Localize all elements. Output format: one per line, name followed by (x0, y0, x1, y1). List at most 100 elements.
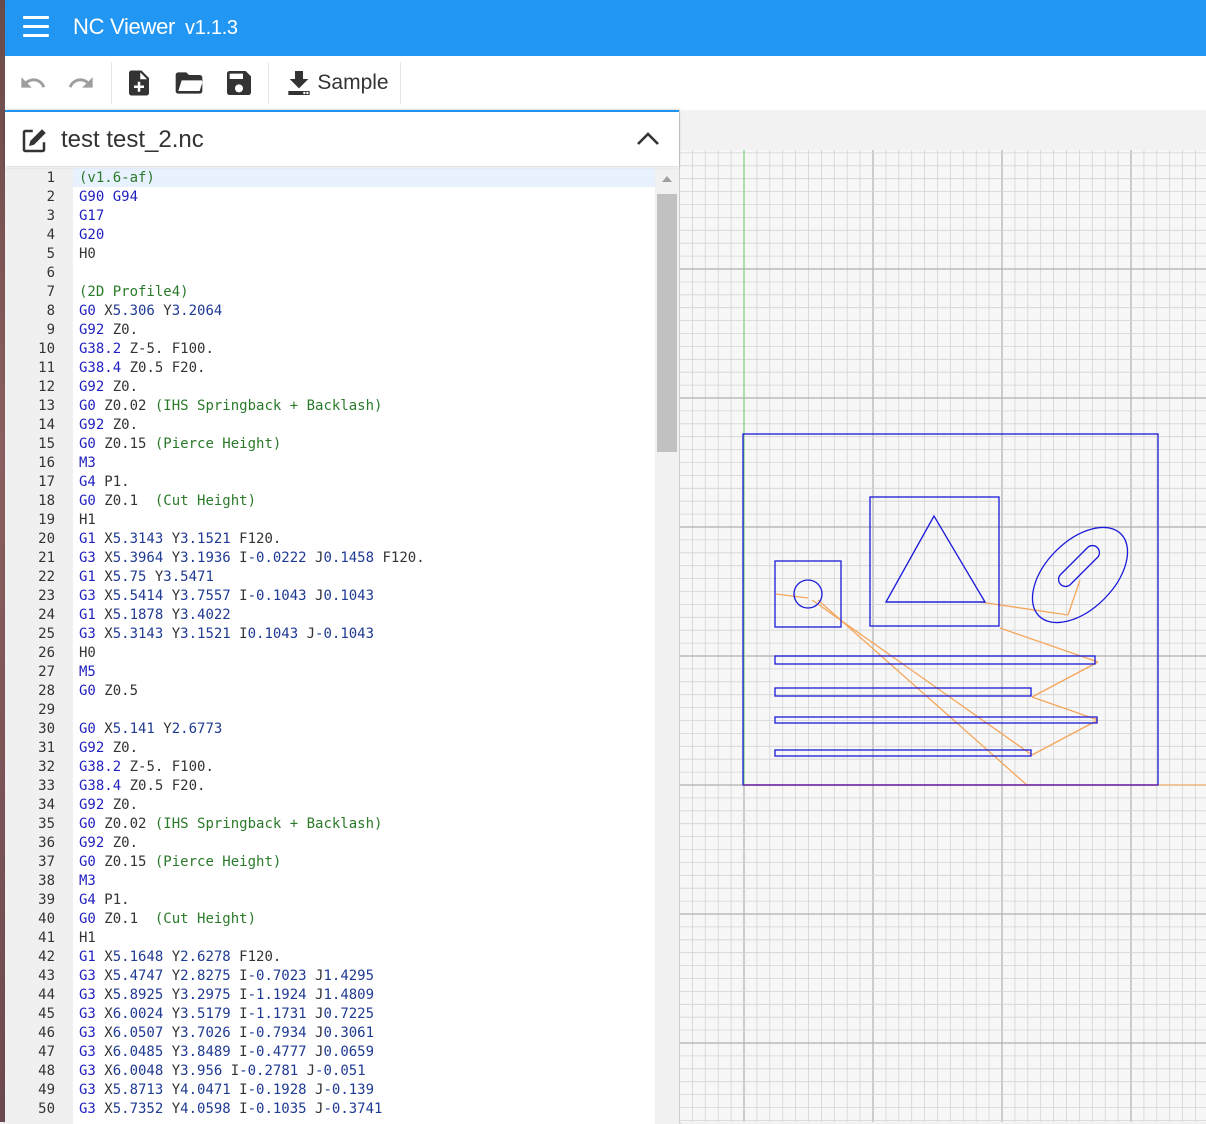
code-line[interactable]: G1 X5.75 Y3.5471 (79, 568, 214, 587)
code-line[interactable]: G3 X5.4747 Y2.8275 I-0.7023 J1.4295 (79, 967, 374, 986)
code-line[interactable]: (v1.6-af) (79, 169, 155, 188)
line-number: 2 (46, 189, 55, 205)
scroll-thumb[interactable] (657, 194, 677, 452)
code-line[interactable]: G3 X6.0507 Y3.7026 I-0.7934 J0.3061 (79, 1024, 374, 1043)
toolbar-separator (111, 62, 112, 104)
code-line[interactable]: G90 G94 (79, 188, 138, 207)
code-line[interactable]: G0 Z0.1 (Cut Height) (79, 492, 256, 511)
code-line[interactable]: G0 X5.141 Y2.6773 (79, 720, 222, 739)
edit-icon[interactable] (19, 126, 49, 156)
line-number: 23 (38, 588, 55, 604)
code-line[interactable]: G3 X6.0048 Y3.956 I-0.2781 J-0.051 (79, 1062, 366, 1081)
code-line[interactable]: G0 X5.306 Y3.2064 (79, 302, 222, 321)
line-number: 37 (38, 854, 55, 870)
code-line[interactable]: G92 Z0. (79, 378, 138, 397)
code-line[interactable]: G92 Z0. (79, 416, 138, 435)
new-file-icon (129, 70, 149, 96)
code-line[interactable]: G3 X5.8713 Y4.0471 I-0.1928 J-0.139 (79, 1081, 374, 1100)
folder-open-icon (175, 72, 203, 94)
line-number: 46 (38, 1025, 55, 1041)
line-number: 33 (38, 778, 55, 794)
code-line[interactable]: G3 X5.3143 Y3.1521 I0.1043 J-0.1043 (79, 625, 374, 644)
code-line[interactable]: G0 Z0.1 (Cut Height) (79, 910, 256, 929)
code-line[interactable]: M3 (79, 872, 96, 891)
line-number: 17 (38, 474, 55, 490)
redo-icon (68, 77, 93, 88)
code-line[interactable]: M5 (79, 663, 96, 682)
toolbar-separator (268, 62, 269, 104)
line-number: 42 (38, 949, 55, 965)
app-version: v1.1.3 (185, 17, 238, 39)
line-number: 45 (38, 1006, 55, 1022)
undo-button[interactable] (13, 64, 53, 102)
code-line[interactable]: (2D Profile4) (79, 283, 189, 302)
line-number: 7 (46, 284, 55, 300)
code-line[interactable]: H1 (79, 511, 96, 530)
redo-button[interactable] (61, 64, 101, 102)
line-number: 34 (38, 797, 55, 813)
line-number: 31 (38, 740, 55, 756)
line-number: 32 (38, 759, 55, 775)
save-file-button[interactable] (219, 64, 259, 102)
code-line[interactable]: G0 Z0.02 (IHS Springback + Backlash) (79, 815, 382, 834)
toolpath-viewer[interactable] (680, 110, 1206, 1122)
code-line[interactable]: G38.4 Z0.5 F20. (79, 777, 205, 796)
code-line[interactable]: G3 X6.0024 Y3.5179 I-1.1731 J0.7225 (79, 1005, 374, 1024)
line-number: 5 (46, 246, 55, 262)
code-line[interactable]: G1 X5.1878 Y3.4022 (79, 606, 231, 625)
code-line[interactable]: G92 Z0. (79, 739, 138, 758)
new-file-button[interactable] (119, 64, 159, 102)
scroll-up-arrow-icon[interactable] (662, 176, 672, 182)
code-line[interactable]: G0 Z0.15 (Pierce Height) (79, 435, 281, 454)
line-number: 3 (46, 208, 55, 224)
code-line[interactable]: G20 (79, 226, 104, 245)
line-number: 28 (38, 683, 55, 699)
line-number: 47 (38, 1044, 55, 1060)
line-number: 8 (46, 303, 55, 319)
code-line[interactable]: G0 Z0.5 (79, 682, 138, 701)
app-name: NC Viewer (73, 14, 176, 39)
line-number-gutter: 1 2 3 4 5 6 7 8 9 10 11 12 13 14 15 16 17 18 19 20 21 22 23 24 2… (5, 168, 73, 1124)
code-line[interactable]: G38.2 Z-5. F100. (79, 758, 214, 777)
code-line[interactable]: G3 X5.5414 Y3.7557 I-0.1043 J0.1043 (79, 587, 374, 606)
line-number: 44 (38, 987, 55, 1003)
hamburger-menu-icon[interactable] (23, 16, 49, 38)
code-line[interactable]: G3 X6.0485 Y3.8489 I-0.4777 J0.0659 (79, 1043, 374, 1062)
code-line[interactable]: G17 (79, 207, 104, 226)
code-line[interactable]: G4 P1. (79, 891, 130, 910)
toolbar: Sample (5, 56, 1206, 111)
line-number: 43 (38, 968, 55, 984)
toolbar-separator (400, 62, 401, 104)
code-line[interactable]: G1 X5.1648 Y2.6278 F120. (79, 948, 281, 967)
code-line[interactable]: G0 Z0.02 (IHS Springback + Backlash) (79, 397, 382, 416)
code-line[interactable]: M3 (79, 454, 96, 473)
code-line[interactable]: G38.2 Z-5. F100. (79, 340, 214, 359)
app-title: NC Viewer v1.1.3 (73, 14, 238, 40)
code-line[interactable]: G38.4 Z0.5 F20. (79, 359, 205, 378)
line-number: 50 (38, 1101, 55, 1117)
open-file-button[interactable] (167, 64, 211, 102)
code-line[interactable]: H0 (79, 644, 96, 663)
line-number: 24 (38, 607, 55, 623)
sample-button[interactable]: Sample (277, 64, 395, 102)
code-line[interactable]: H1 (79, 929, 96, 948)
editor-scrollbar[interactable] (655, 168, 679, 1124)
line-number: 10 (38, 341, 55, 357)
code-line[interactable]: G4 P1. (79, 473, 130, 492)
code-line[interactable]: G92 Z0. (79, 321, 138, 340)
code-editor[interactable]: (v1.6-af) G90 G94 G17 G20 H0 (2D Profile4) G0 … (73, 168, 655, 1124)
line-number: 40 (38, 911, 55, 927)
line-number: 4 (46, 227, 55, 243)
line-number: 48 (38, 1063, 55, 1079)
chevron-up-icon[interactable] (635, 128, 661, 150)
code-line[interactable]: G1 X5.3143 Y3.1521 F120. (79, 530, 281, 549)
code-line[interactable]: G3 X5.7352 Y4.0598 I-0.1035 J-0.3741 (79, 1100, 382, 1119)
code-line[interactable]: G3 X5.8925 Y3.2975 I-1.1924 J1.4809 (79, 986, 374, 1005)
code-line[interactable]: G92 Z0. (79, 834, 138, 853)
code-line[interactable]: G92 Z0. (79, 796, 138, 815)
viewer-canvas[interactable] (680, 110, 1206, 1122)
line-number: 6 (46, 265, 55, 281)
code-line[interactable]: G3 X5.3964 Y3.1936 I-0.0222 J0.1458 F120… (79, 549, 425, 568)
code-line[interactable]: G0 Z0.15 (Pierce Height) (79, 853, 281, 872)
code-line[interactable]: H0 (79, 245, 96, 264)
